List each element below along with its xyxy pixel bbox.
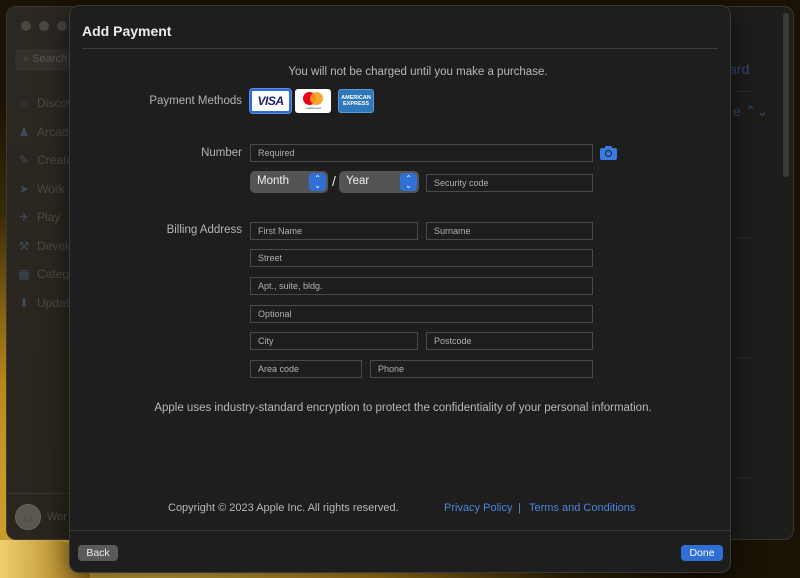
rocket-icon: ✈ (18, 210, 30, 225)
phone-field[interactable] (378, 364, 592, 374)
title-divider (82, 48, 718, 49)
add-payment-sheet: Add Payment You will not be charged unti… (69, 5, 731, 573)
background-search-field[interactable]: ⌕ Search (15, 49, 71, 71)
expiry-separator: / (332, 173, 336, 189)
paper-plane-icon: ➤ (18, 181, 30, 196)
camera-icon[interactable] (600, 146, 617, 160)
mastercard-logo (302, 92, 324, 105)
street-input[interactable] (250, 249, 593, 267)
optional-input[interactable] (250, 305, 593, 323)
security-code-input[interactable] (426, 174, 593, 192)
divider (733, 357, 753, 358)
divider (733, 477, 753, 478)
city-field[interactable] (258, 336, 417, 346)
link-separator: | (518, 502, 521, 514)
card-number-field[interactable] (258, 148, 592, 158)
close-window-button[interactable] (21, 21, 31, 31)
year-value: Year (346, 175, 370, 187)
postcode-input[interactable] (426, 332, 593, 350)
account-button[interactable]: ☺ Wor (7, 493, 71, 539)
postcode-field[interactable] (434, 336, 592, 346)
month-value: Month (257, 175, 289, 187)
city-input[interactable] (250, 332, 418, 350)
area-code-input[interactable] (250, 360, 362, 378)
mastercard-text: mastercard (305, 106, 321, 110)
joystick-icon: ♟ (18, 124, 30, 139)
number-label: Number (201, 147, 242, 159)
sheet-title: Add Payment (82, 23, 172, 39)
first-name-input[interactable] (250, 222, 418, 240)
year-select[interactable]: Year ⌃ ⌄ (339, 171, 419, 193)
phone-input[interactable] (370, 360, 593, 378)
apt-input[interactable] (250, 277, 593, 295)
card-number-input[interactable] (250, 144, 593, 162)
scrollbar[interactable] (783, 13, 789, 177)
minimize-window-button[interactable] (39, 21, 49, 31)
avatar: ☺ (15, 503, 41, 530)
mastercard-option[interactable]: mastercard (295, 89, 331, 113)
background-link-text: ard (729, 61, 750, 77)
copyright-text: Copyright © 2023 Apple Inc. All rights r… (168, 502, 399, 514)
divider (733, 237, 753, 238)
sidebar-item-label: Play (37, 210, 61, 225)
hammer-icon: ⚒ (18, 238, 30, 253)
encryption-notice: Apple uses industry-standard encryption … (154, 402, 652, 414)
month-select[interactable]: Month ⌃ ⌄ (250, 171, 328, 193)
billing-address-label: Billing Address (166, 224, 242, 236)
visa-card-option[interactable]: VISA (250, 89, 291, 113)
amex-option[interactable]: AMERICAN EXPRESS (338, 89, 374, 113)
optional-field[interactable] (258, 309, 592, 319)
divider (733, 91, 753, 92)
first-name-field[interactable] (258, 226, 417, 236)
street-field[interactable] (258, 253, 592, 263)
sidebar-item-label: Work (37, 181, 65, 196)
charge-notice: You will not be charged until you make a… (288, 66, 548, 78)
window-controls (21, 21, 67, 31)
surname-field[interactable] (434, 226, 592, 236)
search-placeholder: Search (32, 53, 68, 65)
back-button[interactable]: Back (78, 545, 118, 561)
download-icon: ⬇ (18, 295, 30, 310)
apt-field[interactable] (258, 281, 592, 291)
footer-divider (70, 530, 730, 531)
background-sidebar: ⌕ Search ☆ Discover ♟ Arcade ✎ Create ➤ Work… (7, 7, 95, 539)
visa-logo: VISA (257, 94, 284, 108)
chevron-up-down-icon: ⌃ ⌄ (400, 173, 417, 191)
sidebar-item-label: Create (37, 153, 74, 168)
security-code-field[interactable] (434, 178, 592, 188)
privacy-policy-link[interactable]: Privacy Policy (444, 502, 512, 514)
amex-logo-line2: EXPRESS (343, 101, 369, 107)
done-button[interactable]: Done (681, 545, 723, 561)
chevron-up-down-icon: ⌃ ⌄ (309, 173, 326, 191)
zoom-window-button[interactable] (57, 21, 67, 31)
account-name: Wor (47, 510, 67, 523)
terms-and-conditions-link[interactable]: Terms and Conditions (529, 502, 635, 514)
background-popup-text: e ⌃⌄ (733, 103, 769, 119)
grid-icon: ▦ (18, 267, 30, 282)
brush-icon: ✎ (18, 153, 30, 168)
surname-input[interactable] (426, 222, 593, 240)
star-icon: ☆ (18, 96, 30, 111)
search-icon: ⌕ (23, 53, 33, 65)
area-code-field[interactable] (258, 364, 361, 374)
payment-methods-label: Payment Methods (149, 95, 242, 107)
